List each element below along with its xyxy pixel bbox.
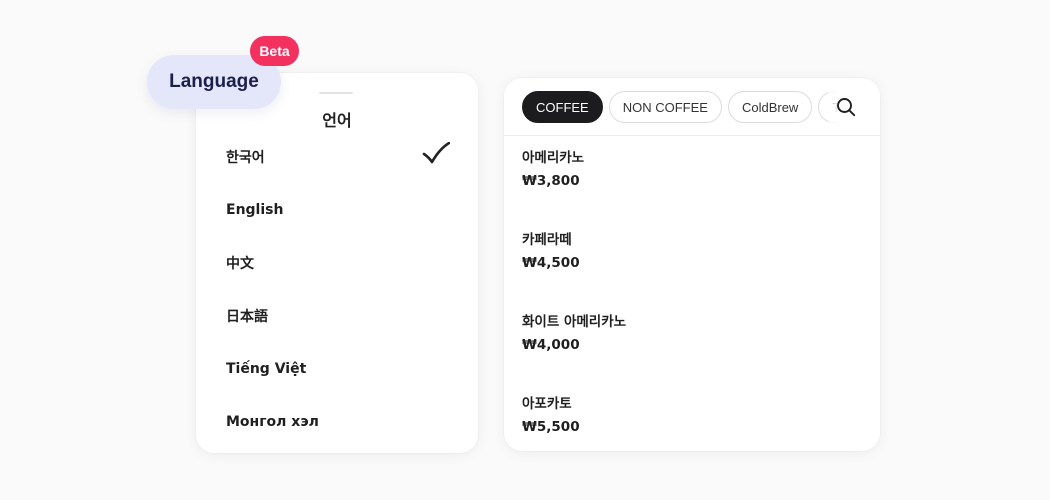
- menu-item-price: ₩3,800: [522, 173, 580, 189]
- beta-badge: Beta: [250, 36, 299, 66]
- menu-card: COFFEENON COFFEEColdBrewT 아메리카노 ₩3,800 카…: [504, 78, 880, 451]
- menu-item-price: ₩5,500: [522, 419, 580, 435]
- language-option-label: Монгол хэл: [226, 413, 319, 430]
- category-tab-coffee[interactable]: COFFEE: [522, 91, 603, 123]
- language-option-vietnamese[interactable]: Tiếng Việt: [196, 342, 478, 395]
- language-option-mongolian[interactable]: Монгол хэл: [196, 395, 478, 448]
- menu-item-name: 카페라떼: [522, 232, 572, 248]
- language-option-korean[interactable]: 한국어: [196, 130, 478, 183]
- menu-item-name: 아포카토: [522, 396, 572, 412]
- menu-item-price: ₩4,500: [522, 255, 580, 271]
- menu-item-name: 아메리카노: [522, 150, 585, 166]
- language-list: 한국어 English 中文 日本語 Tiếng Việt Монгол хэл: [196, 130, 478, 448]
- menu-item[interactable]: 카페라떼 ₩4,500: [522, 231, 862, 313]
- check-icon: [422, 142, 450, 164]
- menu-item[interactable]: 화이트 아메리카노 ₩4,000: [522, 313, 862, 395]
- search-icon: [837, 98, 856, 117]
- language-option-label: Tiếng Việt: [226, 360, 307, 377]
- sheet-title: 언어: [322, 111, 352, 130]
- language-option-label: 中文: [226, 255, 254, 272]
- language-option-chinese[interactable]: 中文: [196, 236, 478, 289]
- language-sheet: 언어 한국어 English 中文 日本語 Tiếng Việt Монгол …: [196, 73, 478, 453]
- sheet-handle[interactable]: [319, 92, 353, 94]
- menu-list: 아메리카노 ₩3,800 카페라떼 ₩4,500 화이트 아메리카노 ₩4,00…: [522, 149, 862, 451]
- menu-item[interactable]: 아메리카노 ₩3,800: [522, 149, 862, 231]
- divider: [504, 135, 880, 136]
- search-button[interactable]: [828, 91, 864, 123]
- category-tab-coldbrew[interactable]: ColdBrew: [727, 91, 813, 123]
- language-option-japanese[interactable]: 日本語: [196, 289, 478, 342]
- menu-item-name: 화이트 아메리카노: [522, 314, 627, 330]
- category-tabs: COFFEENON COFFEEColdBrewT: [522, 91, 842, 125]
- language-option-label: 日本語: [226, 308, 268, 325]
- language-option-label: 한국어: [226, 149, 265, 166]
- menu-item-price: ₩4,000: [522, 337, 580, 353]
- menu-item[interactable]: 아포카토 ₩5,500: [522, 395, 862, 451]
- language-option-label: English: [226, 201, 284, 218]
- language-option-english[interactable]: English: [196, 183, 478, 236]
- category-tab-non-coffee[interactable]: NON COFFEE: [608, 91, 722, 123]
